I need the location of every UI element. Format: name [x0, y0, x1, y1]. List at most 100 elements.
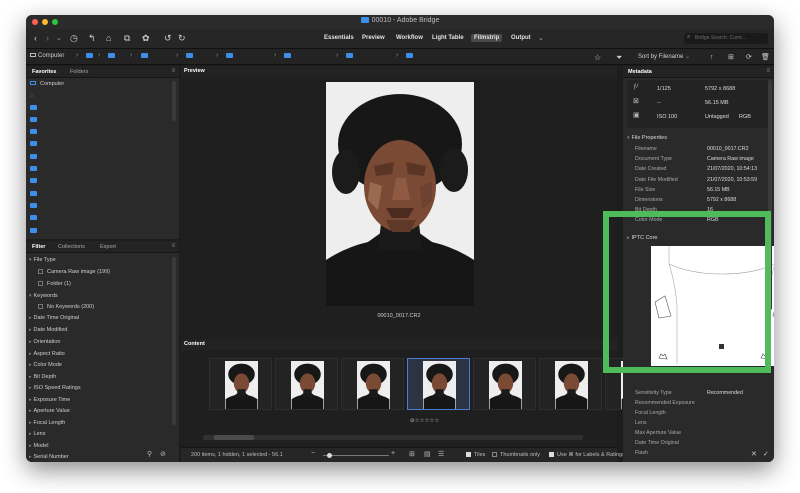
labels-ratings-checkbox[interactable]: Use ⌘ for Labels & Ratings — [549, 452, 625, 458]
rating-star-icon[interactable]: ☆ — [594, 52, 601, 63]
boomerang-icon[interactable]: ↰ — [88, 33, 96, 44]
breadcrumb-folder[interactable] — [406, 53, 413, 60]
filmstrip-scrollbar[interactable] — [203, 435, 583, 440]
clear-filter-icon[interactable]: ⊘ — [160, 450, 166, 458]
workspace-preview[interactable]: Preview — [362, 35, 385, 41]
search-input[interactable]: ⌕ Bridge Search: Curre... — [684, 33, 768, 44]
breadcrumb-folder[interactable] — [346, 53, 353, 60]
recent-icon[interactable]: ◷ — [70, 33, 78, 44]
checkbox-checked[interactable] — [466, 452, 471, 457]
preview-image[interactable] — [326, 82, 474, 306]
sort-order-icon[interactable]: ↑ — [710, 52, 714, 63]
breadcrumb-folder[interactable] — [186, 53, 193, 60]
file-properties-header[interactable]: ▾ File Properties — [627, 135, 667, 141]
panel-menu-icon[interactable]: ≡ — [171, 68, 175, 74]
breadcrumb-folder[interactable] — [226, 53, 233, 60]
filter-scrollbar[interactable] — [172, 257, 176, 425]
filter-group[interactable]: ▸ Serial Number — [29, 454, 69, 460]
breadcrumb-computer[interactable]: Computer — [30, 53, 64, 59]
forward-icon[interactable]: › — [46, 33, 49, 44]
tab-favorites[interactable]: Favorites — [32, 69, 56, 75]
favorite-item-folder[interactable] — [30, 191, 37, 198]
favorite-item-computer[interactable]: Computer — [30, 81, 64, 87]
filter-group[interactable]: ▸ Aspect Ratio — [29, 351, 65, 357]
rating-stars[interactable]: ⊘☆☆☆☆☆ — [410, 418, 439, 424]
checkbox[interactable] — [38, 269, 43, 274]
tab-folders[interactable]: Folders — [70, 69, 88, 75]
workspace-more-icon[interactable]: ⌄ — [538, 33, 544, 44]
filter-group[interactable]: ▸ Bit Depth — [29, 374, 56, 380]
back-icon[interactable]: ‹ — [34, 33, 37, 44]
filter-option[interactable]: No Keywords (200) — [38, 304, 94, 310]
zoom-in-icon[interactable]: + — [391, 450, 395, 457]
metadata-value[interactable]: 00010_0017.CR2 — [707, 146, 749, 152]
favorite-item-folder[interactable] — [30, 117, 37, 124]
favorites-scrollbar[interactable] — [172, 81, 176, 121]
filter-group[interactable]: ▸ Color Mode — [29, 362, 62, 368]
filmstrip-scroll-thumb[interactable] — [214, 435, 254, 440]
filter-group[interactable]: ▸ Focal Length — [29, 420, 65, 426]
apply-icon[interactable]: ✓ — [763, 450, 769, 458]
metadata-value[interactable]: Recommended — [707, 390, 743, 396]
zoom-out-icon[interactable]: − — [311, 450, 315, 457]
metadata-value[interactable]: 56.15 MB — [707, 187, 730, 193]
metadata-value[interactable]: Camera Raw image — [707, 156, 754, 162]
tab-metadata[interactable]: Metadata — [628, 69, 652, 75]
refine-icon[interactable]: ⧉ — [124, 33, 130, 44]
cancel-icon[interactable]: ✕ — [751, 450, 757, 458]
filter-group[interactable]: ▸ Date Modified — [29, 327, 67, 333]
favorite-item-folder[interactable] — [30, 203, 37, 210]
details-view-icon[interactable]: ▤ — [424, 450, 431, 458]
slider-handle[interactable] — [327, 453, 332, 458]
filter-group[interactable]: ▸ Exposure Time — [29, 397, 70, 403]
breadcrumb-folder[interactable] — [284, 53, 291, 60]
favorite-item-folder[interactable] — [30, 178, 37, 185]
tiles-checkbox[interactable]: Tiles — [466, 452, 485, 458]
checkbox[interactable] — [38, 304, 43, 309]
workspace-essentials[interactable]: Essentials — [324, 35, 354, 41]
chevron-down-icon[interactable]: ⌄ — [56, 33, 62, 44]
filmstrip-thumbnail[interactable] — [539, 358, 602, 410]
favorite-item-folder[interactable] — [30, 228, 37, 235]
favorite-item-folder[interactable] — [30, 141, 37, 148]
thumbnails-only-checkbox[interactable]: Thumbnails only — [492, 452, 540, 458]
workspace-filmstrip[interactable]: Filmstrip — [471, 34, 503, 42]
favorite-item-folder[interactable] — [30, 105, 37, 112]
favorite-item-folder[interactable] — [30, 215, 37, 222]
metadata-value[interactable]: 5792 x 8688 — [707, 197, 736, 203]
camera-icon[interactable]: ⌂ — [106, 33, 111, 44]
filmstrip-thumbnail[interactable] — [473, 358, 536, 410]
rotate-left-icon[interactable]: ↺ — [164, 33, 172, 44]
tab-filter[interactable]: Filter — [32, 244, 45, 250]
filmstrip-thumbnail[interactable] — [341, 358, 404, 410]
metadata-value[interactable]: 21/07/2020, 10:54:13 — [707, 166, 757, 172]
create-icon[interactable]: ✿ — [142, 33, 150, 44]
favorite-item-folder[interactable] — [30, 129, 37, 136]
metadata-value[interactable]: 21/07/2020, 10:53:59 — [707, 177, 757, 183]
filter-option[interactable]: Folder (1) — [38, 281, 71, 287]
grid-view-icon[interactable]: ⊞ — [409, 450, 415, 458]
filter-group-keywords[interactable]: ▾ Keywords — [29, 293, 58, 299]
tab-content[interactable]: Content — [184, 341, 205, 347]
filmstrip-thumbnail[interactable] — [407, 358, 470, 410]
filter-group[interactable]: ▸ Model — [29, 443, 49, 449]
breadcrumb-folder[interactable] — [86, 53, 93, 60]
filmstrip-thumbnail[interactable] — [209, 358, 272, 410]
tab-export[interactable]: Export — [100, 244, 116, 250]
workspace-workflow[interactable]: Workflow — [396, 35, 423, 41]
panel-menu-icon[interactable]: ≡ — [171, 243, 175, 249]
panel-menu-icon[interactable]: ≡ — [766, 68, 770, 74]
filter-icon[interactable]: ⏷ — [616, 52, 622, 63]
breadcrumb-folder[interactable] — [141, 53, 148, 60]
workspace-output[interactable]: Output — [511, 35, 531, 41]
new-folder-icon[interactable]: ⊞ — [728, 52, 734, 63]
filter-group[interactable]: ▸ ISO Speed Ratings — [29, 385, 81, 391]
filter-group-file-type[interactable]: ▾ File Type — [29, 257, 56, 263]
rotate-right-icon[interactable]: ↻ — [178, 33, 186, 44]
checkbox-checked[interactable] — [549, 452, 554, 457]
workspace-light-table[interactable]: Light Table — [432, 35, 464, 41]
tab-collections[interactable]: Collections — [58, 244, 85, 250]
filter-group[interactable]: ▸ Date Time Original — [29, 315, 79, 321]
favorite-item-folder[interactable] — [30, 154, 37, 161]
filter-option[interactable]: Camera Raw image (199) — [38, 269, 110, 275]
